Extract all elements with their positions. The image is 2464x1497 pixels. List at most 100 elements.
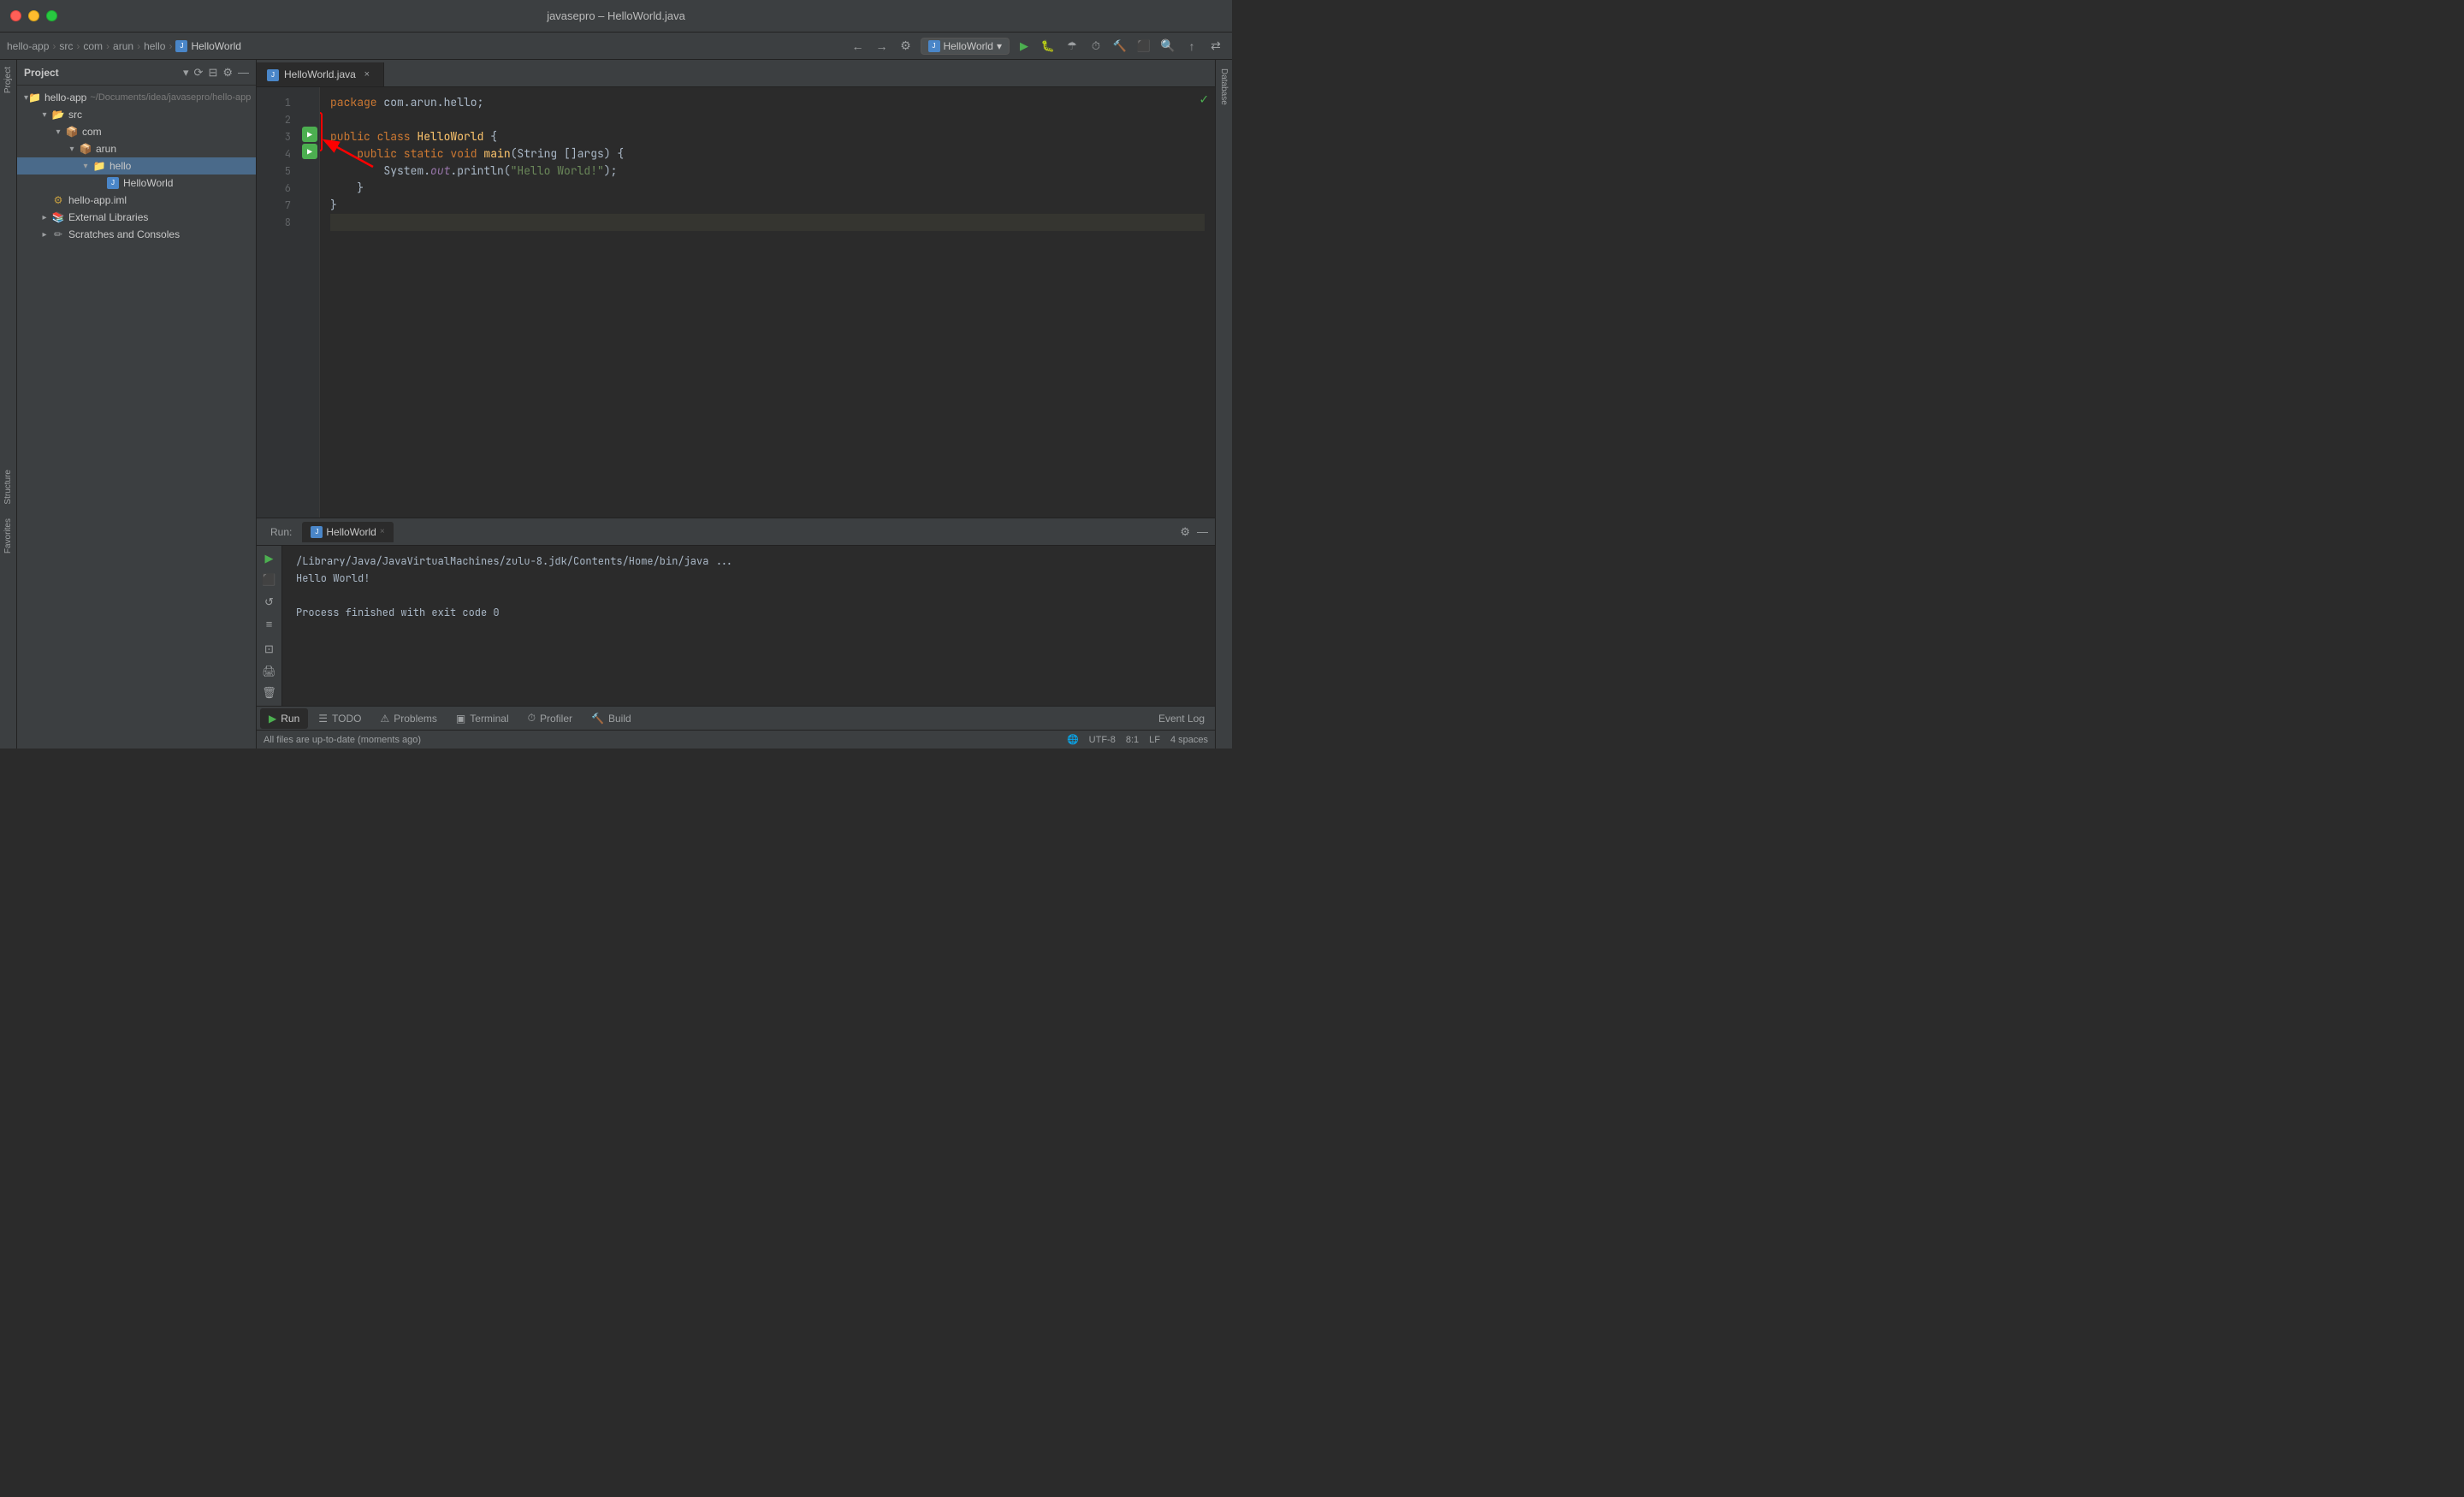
run-play-button[interactable]: ▶ bbox=[260, 549, 279, 568]
toolbar-build-item[interactable]: 🔨 Build bbox=[583, 708, 640, 729]
update-button[interactable]: ↑ bbox=[1182, 37, 1201, 56]
breadcrumb-hello[interactable]: hello bbox=[144, 40, 165, 52]
toolbar-profiler-item[interactable]: ⏱ Profiler bbox=[519, 708, 581, 729]
panel-collapse-all-icon[interactable]: ⊟ bbox=[208, 66, 217, 80]
run-tab-label: HelloWorld bbox=[326, 526, 376, 538]
package-icon-arun: 📦 bbox=[79, 142, 92, 156]
run-item-label: Run bbox=[281, 713, 299, 725]
minimize-button[interactable] bbox=[28, 10, 39, 21]
bottom-toolbar: ▶ Run ☰ TODO ⚠ Problems ▣ Terminal ⏱ Pro… bbox=[257, 706, 1215, 730]
profiler-item-label: Profiler bbox=[540, 713, 572, 725]
external-libs-icon: 📚 bbox=[51, 210, 65, 224]
run-with-coverage-button[interactable]: ☂ bbox=[1063, 37, 1081, 56]
position-indicator[interactable]: 8:1 bbox=[1126, 735, 1139, 745]
tree-label-helloworld: HelloWorld bbox=[123, 177, 173, 189]
run-scroll-end-button[interactable]: ⊡ bbox=[260, 640, 279, 659]
tree-label-src: src bbox=[68, 109, 82, 121]
code-line-1: package com.arun.hello; bbox=[330, 94, 1205, 111]
run-rerun-button[interactable]: ↺ bbox=[260, 593, 279, 612]
iml-icon: ⚙ bbox=[51, 193, 65, 207]
close-button[interactable] bbox=[10, 10, 21, 21]
tree-label-scratches: Scratches and Consoles bbox=[68, 228, 180, 240]
editor-tab-helloworld[interactable]: J HelloWorld.java × bbox=[257, 62, 384, 86]
toolbar-todo-item[interactable]: ☰ TODO bbox=[310, 708, 370, 729]
run-content: ▶ ⬛ ↺ ≡ ⊡ 🖨 🗑 /Library/Java/JavaVirtualM… bbox=[257, 546, 1215, 706]
tree-item-com[interactable]: ▾ 📦 com bbox=[17, 123, 256, 140]
run-main-button[interactable]: ▶ bbox=[302, 144, 317, 159]
panel-dropdown-icon[interactable]: ▾ bbox=[183, 66, 189, 80]
breadcrumb-helloworld[interactable]: J HelloWorld bbox=[175, 40, 240, 52]
run-stop-button[interactable]: ⬛ bbox=[260, 571, 279, 590]
run-config-selector[interactable]: J HelloWorld ▾ bbox=[921, 38, 1010, 55]
panel-close-icon[interactable]: — bbox=[238, 66, 249, 79]
breadcrumb-arun[interactable]: arun bbox=[113, 40, 133, 52]
project-tab[interactable]: Project bbox=[1, 60, 15, 100]
code-editor[interactable]: 1 2 3 4 5 6 7 8 ▶ ▶ ✓ bbox=[257, 87, 1215, 518]
run-clear-button[interactable]: 🗑 bbox=[260, 683, 279, 702]
editor-tabs: J HelloWorld.java × bbox=[257, 60, 1215, 87]
run-panel-minimize[interactable]: — bbox=[1197, 525, 1208, 538]
tree-arrow-com: ▾ bbox=[51, 127, 65, 137]
run-tab-close[interactable]: × bbox=[380, 527, 385, 536]
run-panel-gear[interactable]: ⚙ bbox=[1180, 525, 1190, 539]
git-status-icon: 🌐 bbox=[1067, 734, 1079, 745]
breadcrumb-com[interactable]: com bbox=[83, 40, 103, 52]
run-tab-helloworld[interactable]: J HelloWorld × bbox=[302, 522, 393, 542]
project-panel: Project ▾ ⟳ ⊟ ⚙ — ▾ 📁 hello-app ~/Docume… bbox=[17, 60, 257, 748]
profile-button[interactable]: ⏱ bbox=[1087, 37, 1105, 56]
code-line-3: public class HelloWorld { bbox=[330, 128, 1205, 145]
tree-item-hello[interactable]: ▾ 📁 hello bbox=[17, 157, 256, 175]
encoding-indicator[interactable]: UTF-8 bbox=[1089, 735, 1116, 745]
run-print-button[interactable]: 🖨 bbox=[260, 662, 279, 681]
window-controls bbox=[10, 10, 57, 21]
run-output-line-3 bbox=[296, 587, 1201, 604]
run-config-icon: J bbox=[928, 40, 940, 52]
status-bar: All files are up-to-date (moments ago) 🌐… bbox=[257, 730, 1215, 748]
tree-arrow-arun: ▾ bbox=[65, 145, 79, 154]
tree-label-external-libs: External Libraries bbox=[68, 211, 148, 223]
run-button[interactable]: ▶ bbox=[1015, 37, 1034, 56]
code-content[interactable]: ✓ package com.arun.hello; public class H… bbox=[320, 87, 1215, 518]
tree-item-iml[interactable]: ⚙ hello-app.iml bbox=[17, 192, 256, 209]
nav-back-button[interactable]: ← bbox=[849, 37, 868, 56]
package-icon-hello: 📁 bbox=[92, 159, 106, 173]
toolbar-terminal-item[interactable]: ▣ Terminal bbox=[447, 708, 518, 729]
editor-area: J HelloWorld.java × 1 2 3 4 5 6 7 8 bbox=[257, 60, 1215, 518]
git-button[interactable]: ⇄ bbox=[1206, 37, 1225, 56]
nav-forward-button[interactable]: → bbox=[873, 37, 891, 56]
structure-tab[interactable]: Structure bbox=[1, 463, 15, 512]
favorites-tab[interactable]: Favorites bbox=[1, 512, 15, 560]
tree-item-helloworld[interactable]: J HelloWorld bbox=[17, 175, 256, 192]
tree-item-external-libs[interactable]: ▸ 📚 External Libraries bbox=[17, 209, 256, 226]
tree-item-hello-app[interactable]: ▾ 📁 hello-app ~/Documents/idea/javasepro… bbox=[17, 89, 256, 106]
project-tree: ▾ 📁 hello-app ~/Documents/idea/javasepro… bbox=[17, 86, 256, 748]
search-everywhere-button[interactable]: 🔍 bbox=[1158, 37, 1177, 56]
database-tab[interactable]: Database bbox=[1217, 63, 1230, 110]
tree-item-scratches[interactable]: ▸ ✏ Scratches and Consoles bbox=[17, 226, 256, 243]
panel-sync-icon[interactable]: ⟳ bbox=[194, 66, 204, 80]
breadcrumb-src[interactable]: src bbox=[59, 40, 73, 52]
toolbar-problems-item[interactable]: ⚠ Problems bbox=[371, 708, 445, 729]
line-endings-indicator[interactable]: LF bbox=[1149, 735, 1160, 745]
stop-button[interactable]: ⬛ bbox=[1134, 37, 1153, 56]
build-button[interactable]: 🔨 bbox=[1111, 37, 1129, 56]
tab-filename: HelloWorld.java bbox=[284, 68, 356, 80]
event-log-button[interactable]: Event Log bbox=[1152, 713, 1211, 725]
run-class-button[interactable]: ▶ bbox=[302, 127, 317, 142]
debug-button[interactable]: 🐛 bbox=[1039, 37, 1057, 56]
bottom-panel: Run: J HelloWorld × ⚙ — ▶ ⬛ ↺ ≡ ⊡ bbox=[257, 518, 1215, 706]
tree-item-arun[interactable]: ▾ 📦 arun bbox=[17, 140, 256, 157]
toolbar-run-item[interactable]: ▶ Run bbox=[260, 708, 308, 729]
tree-sublabel-hello-app: ~/Documents/idea/javasepro/hello-app bbox=[90, 92, 251, 103]
tab-close-button[interactable]: × bbox=[361, 68, 373, 80]
panel-settings-icon[interactable]: ⚙ bbox=[222, 66, 233, 80]
project-folder-icon: 📁 bbox=[28, 91, 41, 104]
settings-icon[interactable]: ⚙ bbox=[897, 37, 915, 56]
indent-indicator[interactable]: 4 spaces bbox=[1170, 735, 1208, 745]
run-dump-threads-button[interactable]: ≡ bbox=[260, 615, 279, 634]
tree-item-src[interactable]: ▾ 📂 src bbox=[17, 106, 256, 123]
problems-item-label: Problems bbox=[394, 713, 437, 725]
breadcrumb-hello-app[interactable]: hello-app bbox=[7, 40, 49, 52]
maximize-button[interactable] bbox=[46, 10, 57, 21]
run-output-line-1: /Library/Java/JavaVirtualMachines/zulu-8… bbox=[296, 553, 1201, 570]
